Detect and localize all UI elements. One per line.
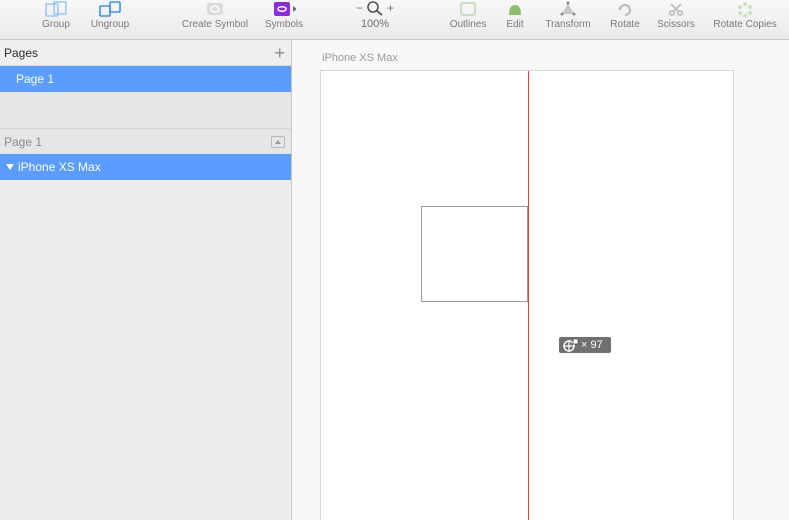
artboard-label[interactable]: iPhone XS Max [322, 52, 398, 64]
crosshair-cursor-icon [561, 338, 579, 354]
toolbar: Group Ungroup Create Symbol Symbols − [0, 0, 789, 40]
ungroup-icon [98, 0, 122, 18]
create-symbol-icon [203, 0, 227, 18]
canvas[interactable]: iPhone XS Max × 97 [292, 40, 789, 520]
drawn-rectangle[interactable] [421, 206, 528, 302]
ungroup-button[interactable]: Ungroup [86, 0, 134, 31]
transform-label: Transform [545, 19, 590, 31]
page-row[interactable]: Page 1 [0, 66, 291, 92]
layer-row[interactable]: iPhone XS Max [0, 154, 291, 180]
collapse-layers-button[interactable] [271, 136, 285, 148]
zoom-out-button[interactable]: − [356, 1, 363, 15]
scissors-icon [664, 0, 688, 18]
edit-label: Edit [506, 19, 523, 31]
rotate-button[interactable]: Rotate [604, 0, 646, 31]
rotate-copies-button[interactable]: Rotate Copies [706, 0, 784, 31]
transform-icon [556, 0, 580, 18]
symbols-button[interactable]: Symbols [260, 0, 308, 31]
rotate-copies-icon [733, 0, 757, 18]
create-symbol-label: Create Symbol [182, 19, 248, 31]
edit-button[interactable]: Edit [498, 0, 532, 31]
rotate-icon [613, 0, 637, 18]
outlines-button[interactable]: Outlines [444, 0, 492, 31]
disclosure-triangle-icon[interactable] [6, 164, 14, 170]
left-panel-empty [0, 180, 291, 520]
group-button[interactable]: Group [32, 0, 80, 31]
outlines-icon [456, 0, 480, 18]
pages-panel-header: Pages + [0, 40, 291, 66]
scissors-label: Scissors [657, 19, 695, 31]
rotate-copies-label: Rotate Copies [713, 19, 776, 31]
layer-name: iPhone XS Max [18, 160, 101, 174]
cursor-tooltip: × 97 [559, 337, 611, 353]
symbols-icon [272, 0, 296, 18]
pages-gap [0, 92, 291, 128]
ungroup-label: Ungroup [91, 19, 129, 31]
pages-panel-title: Pages [4, 46, 38, 60]
group-label: Group [42, 19, 70, 31]
layers-heading: Page 1 [4, 135, 42, 149]
left-panel: Pages + Page 1 Page 1 iPhone XS Max [0, 40, 292, 520]
zoom-in-button[interactable]: + [387, 1, 394, 15]
zoom-value: 100% [361, 18, 389, 30]
cursor-tooltip-text: × 97 [581, 339, 603, 351]
symbols-label: Symbols [265, 19, 303, 31]
vertical-guide[interactable] [528, 71, 529, 520]
edit-icon [503, 0, 527, 18]
add-page-button[interactable]: + [274, 46, 285, 60]
group-icon [44, 0, 68, 18]
transform-button[interactable]: Transform [538, 0, 598, 31]
main-content: Pages + Page 1 Page 1 iPhone XS Max iPho… [0, 40, 789, 520]
zoom-icon [366, 0, 384, 16]
scissors-button[interactable]: Scissors [652, 0, 700, 31]
rotate-label: Rotate [610, 19, 639, 31]
create-symbol-button[interactable]: Create Symbol [176, 0, 254, 31]
artboard[interactable]: × 97 [320, 70, 734, 520]
page-name: Page 1 [16, 72, 54, 86]
layers-panel-header: Page 1 [0, 128, 291, 154]
outlines-label: Outlines [450, 19, 487, 31]
